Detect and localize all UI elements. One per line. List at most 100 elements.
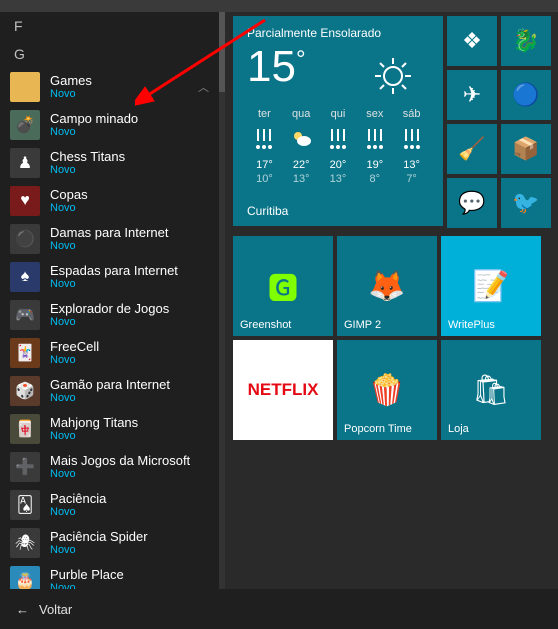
temp-low: 13°: [284, 172, 319, 186]
app-text: Campo minadoNovo: [50, 111, 215, 139]
temp-high: 19°: [357, 158, 392, 172]
sun-icon: [373, 56, 413, 96]
scrollbar[interactable]: [219, 12, 225, 589]
app-text: Mahjong TitansNovo: [50, 415, 215, 443]
tiles-panel: Parcialmente Ensolarado 15° ter17°10°qua…: [225, 12, 558, 589]
desktop-strip: [0, 0, 558, 12]
weather-city: Curitiba: [247, 204, 288, 218]
day-name: sáb: [394, 108, 429, 120]
tile-label: GIMP 2: [344, 319, 381, 331]
tile-icon: 📝: [472, 269, 509, 304]
folder-sub: Novo: [50, 88, 198, 101]
tile-label: Greenshot: [240, 319, 291, 331]
app-title: Purble Place: [50, 567, 215, 582]
app-item-12[interactable]: 🎂Purble PlaceNovo: [0, 562, 225, 589]
tile-gimp-2[interactable]: 🦊 GIMP 2: [337, 236, 437, 336]
netflix-logo: NETFLIX: [248, 380, 319, 400]
app-sub: Novo: [50, 202, 215, 215]
app-icon: ♟: [10, 148, 40, 178]
tile-writeplus[interactable]: 📝 WritePlus: [441, 236, 541, 336]
app-item-3[interactable]: ⚫Damas para InternetNovo: [0, 220, 225, 258]
folder-icon: [10, 72, 40, 102]
weather-tile[interactable]: Parcialmente Ensolarado 15° ter17°10°qua…: [233, 16, 443, 226]
app-text: Gamão para InternetNovo: [50, 377, 215, 405]
temp-high: 20°: [321, 158, 356, 172]
app-sub: Novo: [50, 126, 215, 139]
app-icon: ♥: [10, 186, 40, 216]
day-name: qua: [284, 108, 319, 120]
app-title: FreeCell: [50, 339, 215, 354]
app-item-0[interactable]: 💣 Campo minadoNovo: [0, 106, 225, 144]
app-sub: Novo: [50, 430, 215, 443]
tile-qbittorrent[interactable]: 🔵: [501, 70, 551, 120]
back-button[interactable]: ← Voltar: [0, 589, 558, 629]
day-name: sex: [357, 108, 392, 120]
day-name: qui: [321, 108, 356, 120]
app-text: Explorador de JogosNovo: [50, 301, 215, 329]
letter-header-f[interactable]: F: [0, 12, 225, 40]
app-icon: 💣: [10, 110, 40, 140]
folder-title: Games: [50, 73, 198, 88]
tile-loja[interactable]: 🛍Loja: [441, 340, 541, 440]
app-title: Paciência: [50, 491, 215, 506]
app-text: Mais Jogos da MicrosoftNovo: [50, 453, 215, 481]
tile-area: Parcialmente Ensolarado 15° ter17°10°qua…: [233, 16, 553, 440]
app-title: Explorador de Jogos: [50, 301, 215, 316]
tile-app8[interactable]: 🐦: [501, 178, 551, 228]
app-item-11[interactable]: 🕷Paciência SpiderNovo: [0, 524, 225, 562]
app-icon: 🂡: [10, 490, 40, 520]
app-sub: Novo: [50, 354, 215, 367]
app-item-1[interactable]: ♟ Chess TitansNovo: [0, 144, 225, 182]
app-text: CopasNovo: [50, 187, 215, 215]
weather-icon: [284, 126, 319, 152]
app-icon: 🎲: [10, 376, 40, 406]
tile-icon: 🍿: [368, 373, 405, 408]
app-icon: ➕: [10, 452, 40, 482]
tile-popcorn-time[interactable]: 🍿 Popcorn Time: [337, 340, 437, 440]
tile-paper-plane[interactable]: ✈: [447, 70, 497, 120]
app-item-4[interactable]: ♠Espadas para InternetNovo: [0, 258, 225, 296]
scroll-thumb[interactable]: [219, 12, 225, 92]
temp-low: 7°: [394, 172, 429, 186]
tile-icon: 🅶: [268, 264, 298, 308]
tile-app6[interactable]: 📦: [501, 124, 551, 174]
app-item-2[interactable]: ♥ CopasNovo: [0, 182, 225, 220]
tile-label: Popcorn Time: [344, 423, 412, 435]
weather-condition: Parcialmente Ensolarado: [247, 26, 429, 40]
folder-games[interactable]: Games Novo ︿: [0, 68, 225, 106]
app-title: Campo minado: [50, 111, 215, 126]
tile-label: WritePlus: [448, 319, 495, 331]
app-title: Mais Jogos da Microsoft: [50, 453, 215, 468]
app-text: Espadas para InternetNovo: [50, 263, 215, 291]
app-icon: 🎮: [10, 300, 40, 330]
temp-value: 15: [247, 42, 296, 92]
forecast-day-2: qui20°13°: [321, 108, 356, 186]
app-icon: ⚫: [10, 224, 40, 254]
tile-icon: 🦊: [368, 269, 405, 304]
app-item-7[interactable]: 🎲 Gamão para InternetNovo: [0, 372, 225, 410]
day-name: ter: [247, 108, 282, 120]
temp-low: 8°: [357, 172, 392, 186]
tile-skype[interactable]: 💬: [447, 178, 497, 228]
tile-netflix[interactable]: NETFLIX: [233, 340, 333, 440]
tile-greenshot[interactable]: 🅶 Greenshot: [233, 236, 333, 336]
tile-steam[interactable]: ❖: [447, 16, 497, 66]
letter-header-g[interactable]: G: [0, 40, 225, 68]
app-sub: Novo: [50, 240, 215, 253]
app-title: Chess Titans: [50, 149, 215, 164]
app-sub: Novo: [50, 164, 215, 177]
tile-ccleaner[interactable]: 🧹: [447, 124, 497, 174]
weather-icon: [394, 126, 429, 152]
app-sub: Novo: [50, 506, 215, 519]
app-title: Gamão para Internet: [50, 377, 215, 392]
tile-app2[interactable]: 🐉: [501, 16, 551, 66]
app-item-10[interactable]: 🂡 PaciênciaNovo: [0, 486, 225, 524]
temp-high: 22°: [284, 158, 319, 172]
app-item-5[interactable]: 🎮 Explorador de JogosNovo: [0, 296, 225, 334]
app-item-6[interactable]: 🃏 FreeCellNovo: [0, 334, 225, 372]
app-item-9[interactable]: ➕ Mais Jogos da MicrosoftNovo: [0, 448, 225, 486]
app-text: Chess TitansNovo: [50, 149, 215, 177]
app-item-8[interactable]: 🀄Mahjong TitansNovo: [0, 410, 225, 448]
app-icon: 🃏: [10, 338, 40, 368]
weather-icon: [357, 126, 392, 152]
